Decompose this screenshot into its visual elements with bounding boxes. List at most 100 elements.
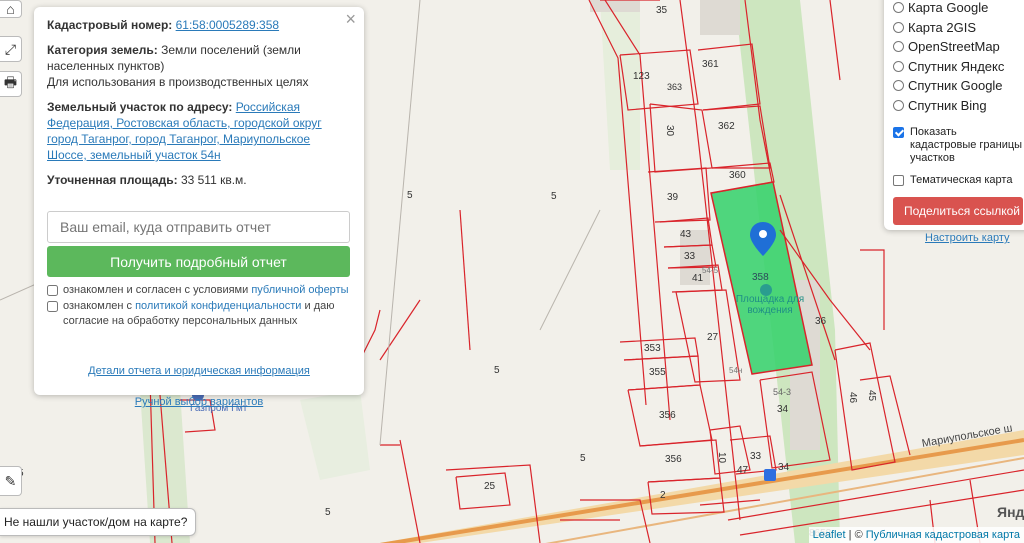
layer-option-yandex-satellite[interactable]: Спутник Яндекс xyxy=(893,57,1024,77)
plot-label-27: 27 xyxy=(707,332,719,343)
offer-consent-label: ознакомлен и согласен с условиями публич… xyxy=(63,283,349,298)
plot-label-361: 361 xyxy=(702,59,719,70)
radio-icon xyxy=(893,2,904,14)
radio-icon xyxy=(893,41,904,53)
layer-option-google-map[interactable]: Карта Google xyxy=(893,0,1024,18)
plot-label-353: 353 xyxy=(644,343,661,354)
plot-label-33b: 33 xyxy=(750,451,762,462)
layer-option-google-satellite[interactable]: Спутник Google xyxy=(893,76,1024,96)
plot-label-34b: 34 xyxy=(778,462,790,473)
layer-option-label: Спутник Bing xyxy=(908,97,987,113)
plot-label-5a: 5 xyxy=(407,190,413,201)
land-category-label: Категория земель: xyxy=(47,43,158,57)
ruler-icon: ✎ xyxy=(4,472,17,489)
address-label: Земельный участок по адресу: xyxy=(47,100,233,114)
plot-label-47: 47 xyxy=(737,465,749,476)
layer-option-label: OpenStreetMap xyxy=(908,39,1000,55)
yandex-logo: Янд xyxy=(997,504,1024,520)
plot-label-45: 45 xyxy=(866,389,878,402)
cadastral-number-row: Кадастровый номер: 61:58:0005289:358 xyxy=(47,17,351,33)
attribution-separator: | © xyxy=(845,529,866,541)
public-offer-link[interactable]: публичной оферты xyxy=(251,284,348,296)
privacy-consent-checkbox[interactable] xyxy=(47,301,58,312)
printer-icon: 🖶 xyxy=(3,74,18,90)
plot-label-123: 123 xyxy=(633,71,650,82)
plot-label-30: 30 xyxy=(664,124,676,137)
map-control-top-button[interactable]: ⌂ xyxy=(0,0,22,18)
plot-label-36: 36 xyxy=(815,316,827,327)
plot-label-25: 25 xyxy=(484,481,496,492)
show-borders-label: Показать кадастровые границы участков xyxy=(910,126,1023,164)
plot-label-54n: 54н xyxy=(729,366,743,375)
plot-label-54-3: 54-3 xyxy=(773,387,792,397)
plot-label-360: 360 xyxy=(729,170,746,181)
report-details-link[interactable]: Детали отчета и юридическая информация xyxy=(88,365,310,377)
thematic-map-label: Тематическая карта xyxy=(910,174,1013,186)
privacy-consent-label: ознакомлен с политикой конфиденциальност… xyxy=(63,299,351,329)
thematic-map-toggle[interactable]: Тематическая карта xyxy=(893,174,1024,187)
leaflet-link[interactable]: Leaflet xyxy=(813,529,846,541)
checkbox-icon xyxy=(893,175,904,186)
land-category-row: Категория земель: Земли поселений (земли… xyxy=(47,42,351,90)
plot-label-5e: 5 xyxy=(325,507,331,518)
area-label: Уточненная площадь: xyxy=(47,173,178,187)
plot-label-10: 10 xyxy=(716,451,728,464)
close-icon[interactable]: × xyxy=(345,10,356,28)
layer-option-osm[interactable]: OpenStreetMap xyxy=(893,37,1024,57)
share-link-button[interactable]: Поделиться ссылкой xyxy=(893,197,1023,225)
plot-label-54-5: 54-5 xyxy=(702,266,719,275)
plot-info-card: × Кадастровый номер: 61:58:0005289:358 К… xyxy=(34,7,364,408)
privacy-policy-link[interactable]: политикой конфиденциальности xyxy=(135,300,301,312)
address-row: Земельный участок по адресу: Российская … xyxy=(47,99,351,163)
plot-label-363: 363 xyxy=(667,82,683,92)
checkbox-checked-icon xyxy=(893,127,904,138)
plot-label-2: 2 xyxy=(660,490,666,501)
area-row: Уточненная площадь: 33 511 кв.м. xyxy=(47,172,351,188)
cadastral-number-label: Кадастровый номер: xyxy=(47,18,173,32)
plot-label-34a: 34 xyxy=(777,404,789,415)
plot-label-356b: 356 xyxy=(665,454,682,465)
layer-option-bing-satellite[interactable]: Спутник Bing xyxy=(893,96,1024,116)
expand-icon: ⤢ xyxy=(4,40,17,57)
radio-icon xyxy=(893,80,904,92)
cadastral-map-source-link[interactable]: Публичная кадастровая карта xyxy=(866,529,1020,541)
area-value: 33 511 кв.м. xyxy=(180,173,247,187)
plot-label-39: 39 xyxy=(667,192,679,203)
plot-label-46: 46 xyxy=(847,391,859,404)
fullscreen-button[interactable]: ⤢ xyxy=(0,36,22,62)
privacy-consent-prefix: ознакомлен с xyxy=(63,300,133,312)
offer-consent-row: ознакомлен и согласен с условиями публич… xyxy=(47,283,351,298)
map-attribution: Leaflet | © Публичная кадастровая карта xyxy=(808,527,1024,543)
layer-option-label: Спутник Яндекс xyxy=(908,58,1005,74)
layers-panel: Карта Google Карта 2GIS OpenStreetMap Сп… xyxy=(884,0,1024,244)
show-borders-toggle[interactable]: Показать кадастровые границы участков xyxy=(893,126,1024,165)
privacy-consent-row: ознакомлен с политикой конфиденциальност… xyxy=(47,299,351,329)
layer-option-2gis[interactable]: Карта 2GIS xyxy=(893,18,1024,38)
plot-label-33: 33 xyxy=(684,251,696,262)
email-input[interactable] xyxy=(47,211,350,243)
report-details-row: Детали отчета и юридическая информация xyxy=(47,363,351,379)
plot-label-355: 355 xyxy=(649,367,666,378)
not-found-button[interactable]: Не нашли участок/дом на карте? xyxy=(0,508,197,536)
cadastral-number-link[interactable]: 61:58:0005289:358 xyxy=(176,18,279,32)
plot-label-43: 43 xyxy=(680,229,692,240)
offer-consent-checkbox[interactable] xyxy=(47,285,58,296)
get-report-button[interactable]: Получить подробный отчет xyxy=(47,246,350,277)
radio-icon xyxy=(893,60,904,72)
measure-button[interactable]: ✎ xyxy=(0,466,22,496)
radio-icon xyxy=(893,21,904,33)
layer-option-label: Карта 2GIS xyxy=(908,19,977,35)
menu-icon: ⌂ xyxy=(6,1,15,17)
plot-label-356a: 356 xyxy=(659,410,676,421)
print-button[interactable]: 🖶 xyxy=(0,71,22,97)
setup-map-link[interactable]: Настроить карту xyxy=(893,232,1024,244)
plot-label-5c: 5 xyxy=(494,365,500,376)
manual-select-row: Ручной выбор вариантов xyxy=(47,394,351,410)
land-usage-value: Для использования в производственных цел… xyxy=(47,75,309,89)
plot-label-362: 362 xyxy=(718,121,735,132)
poi-label-driving-area: Площадка для вождения xyxy=(735,294,805,316)
plot-label-35: 35 xyxy=(656,5,668,16)
offer-consent-text: ознакомлен и согласен с условиями xyxy=(63,284,249,296)
manual-select-link[interactable]: Ручной выбор вариантов xyxy=(135,396,263,408)
radio-icon xyxy=(893,99,904,111)
